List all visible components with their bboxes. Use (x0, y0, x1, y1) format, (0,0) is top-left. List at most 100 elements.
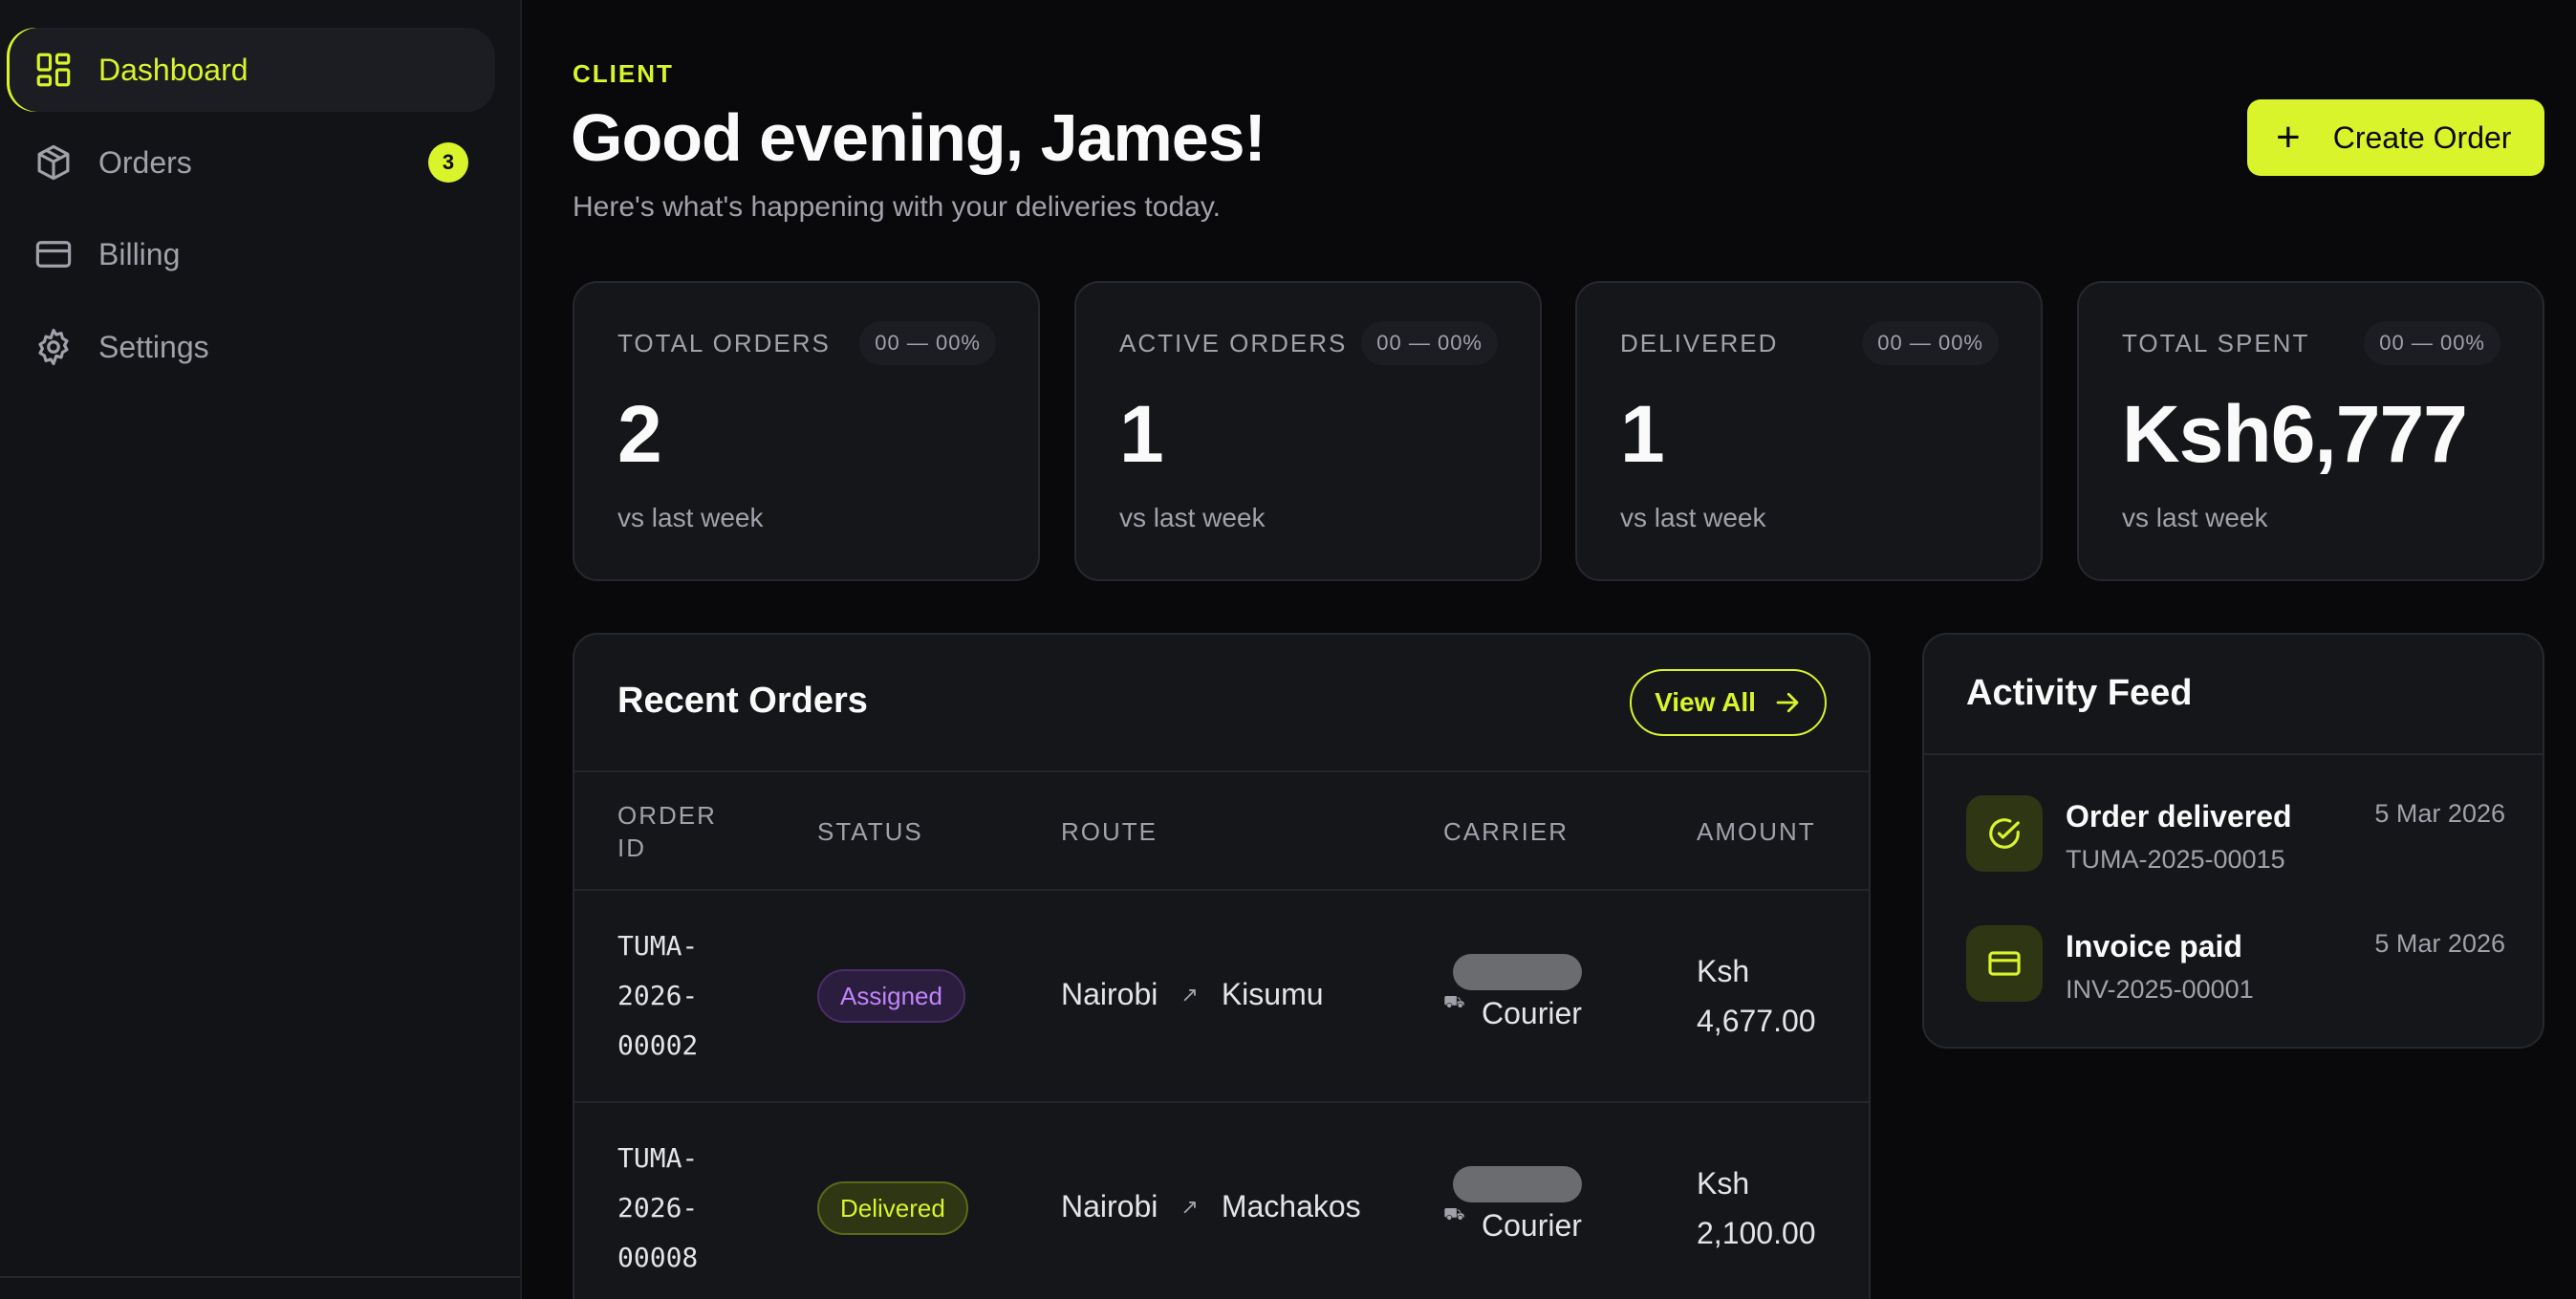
carrier-type: Courier (1482, 1208, 1582, 1243)
route-origin: Nairobi (1061, 977, 1158, 1011)
stat-label: ACTIVE ORDERS (1119, 329, 1348, 357)
order-amount: Ksh 4,677.00 (1697, 946, 1816, 1046)
sidebar-item-label: Billing (98, 236, 181, 271)
arrow-up-right-icon: ↗ (1180, 1194, 1199, 1219)
route: Nairobi ↗ Machakos (1061, 1189, 1361, 1224)
status-badge: Assigned (817, 969, 965, 1023)
stat-value: Ksh6,777 (2122, 389, 2468, 479)
stat-card-active-orders: ACTIVE ORDERS 00 — 00% 1 vs last week (1074, 281, 1542, 581)
credit-card-icon (1988, 951, 2021, 976)
sidebar: Dashboard Orders 3 Billing Settings (0, 0, 522, 1299)
amount-currency: Ksh (1697, 1166, 1750, 1201)
stat-label: TOTAL ORDERS (617, 329, 831, 357)
column-header-divider (574, 889, 1869, 891)
stat-comparison: vs last week (1620, 503, 1766, 532)
amount-value: 2,100.00 (1697, 1216, 1816, 1250)
order-id-part: 2026- (617, 1192, 699, 1223)
redacted-carrier-name (1453, 954, 1582, 990)
gear-icon (38, 328, 69, 366)
route-destination: Kisumu (1221, 977, 1324, 1011)
activity-date: 5 Mar 2026 (2374, 799, 2505, 828)
order-id[interactable]: TUMA- 2026- 00008 (617, 1134, 770, 1283)
order-id-part: 00002 (617, 1029, 699, 1061)
activity-reference: INV-2025-00001 (2066, 975, 2254, 1004)
sidebar-item-label: Dashboard (98, 52, 249, 87)
recent-orders-title: Recent Orders (617, 681, 868, 721)
activity-title: Invoice paid (2066, 929, 2242, 963)
recent-orders-panel: Recent Orders View All ORDER ID STATUS R… (573, 633, 1871, 1299)
stat-value: 1 (1119, 389, 1164, 479)
stat-card-delivered: DELIVERED 00 — 00% 1 vs last week (1575, 281, 2043, 581)
stat-trend-pill: 00 — 00% (1862, 321, 1999, 365)
sidebar-item-orders[interactable]: Orders 3 (7, 120, 495, 205)
activity-title: Order delivered (2066, 799, 2292, 834)
order-id-part: 2026- (617, 980, 699, 1011)
truck-icon: ⛟ (1443, 1204, 1465, 1223)
status-badge: Delivered (817, 1181, 968, 1235)
column-header-route[interactable]: ROUTE (1061, 815, 1158, 848)
sidebar-item-label: Orders (98, 144, 192, 180)
stat-card-total-orders: TOTAL ORDERS 00 — 00% 2 vs last week (573, 281, 1040, 581)
plus-icon: + (2276, 114, 2301, 161)
header-divider (574, 770, 1869, 772)
row-divider (574, 1101, 1869, 1103)
check-circle-icon (1989, 818, 2020, 849)
order-id[interactable]: TUMA- 2026- 00002 (617, 921, 770, 1071)
stat-card-total-spent: TOTAL SPENT 00 — 00% Ksh6,777 vs last we… (2077, 281, 2544, 581)
sidebar-item-settings[interactable]: Settings (7, 305, 495, 389)
view-all-label: View All (1655, 687, 1756, 717)
truck-icon: ⛟ (1443, 992, 1465, 1011)
stat-value: 2 (617, 389, 662, 479)
sidebar-divider (0, 1276, 520, 1278)
arrow-right-icon (1776, 692, 1799, 713)
view-all-button[interactable]: View All (1630, 669, 1827, 736)
stat-value: 1 (1620, 389, 1665, 479)
route: Nairobi ↗ Kisumu (1061, 977, 1324, 1012)
stat-comparison: vs last week (617, 503, 764, 532)
stat-label: TOTAL SPENT (2122, 329, 2310, 357)
stat-trend-pill: 00 — 00% (2364, 321, 2500, 365)
column-header-amount[interactable]: AMOUNT (1697, 815, 1816, 848)
amount-currency: Ksh (1697, 954, 1750, 988)
activity-feed-panel: Activity Feed Order delivered TUMA-2025-… (1922, 633, 2544, 1049)
page-subtitle: Here's what's happening with your delive… (573, 191, 1221, 223)
activity-item[interactable]: Order delivered TUMA-2025-00015 5 Mar 20… (1966, 795, 2505, 881)
activity-icon-wrapper (1966, 925, 2043, 1002)
credit-card-icon (35, 241, 72, 268)
order-id-part: TUMA- (617, 930, 699, 962)
column-header-status[interactable]: STATUS (817, 815, 923, 848)
column-header-order-id[interactable]: ORDER ID (617, 799, 732, 864)
activity-header-divider (1924, 753, 2543, 755)
carrier: ⛟ Courier (1443, 954, 1615, 1050)
route-destination: Machakos (1221, 1189, 1361, 1223)
dashboard-icon (36, 53, 71, 87)
sidebar-item-dashboard[interactable]: Dashboard (7, 28, 495, 112)
activity-reference: TUMA-2025-00015 (2066, 845, 2285, 874)
activity-date: 5 Mar 2026 (2374, 929, 2505, 958)
activity-feed-title: Activity Feed (1966, 673, 2193, 713)
activity-item[interactable]: Invoice paid INV-2025-00001 5 Mar 2026 (1966, 925, 2505, 1011)
sidebar-item-label: Settings (98, 329, 209, 364)
orders-count-badge: 3 (428, 142, 468, 183)
carrier-type: Courier (1482, 996, 1582, 1030)
order-amount: Ksh 2,100.00 (1697, 1158, 1816, 1258)
stat-label: DELIVERED (1620, 329, 1779, 357)
create-order-label: Create Order (2332, 119, 2512, 155)
column-header-carrier[interactable]: CARRIER (1443, 815, 1569, 848)
stat-trend-pill: 00 — 00% (1361, 321, 1498, 365)
carrier: ⛟ Courier (1443, 1166, 1615, 1262)
order-id-part: 00008 (617, 1242, 699, 1273)
create-order-button[interactable]: + Create Order (2247, 99, 2544, 176)
page-title: Good evening, James! (571, 100, 1266, 175)
stat-comparison: vs last week (2122, 503, 2268, 532)
stat-comparison: vs last week (1119, 503, 1266, 532)
redacted-carrier-name (1453, 1166, 1582, 1202)
activity-icon-wrapper (1966, 795, 2043, 872)
role-label: CLIENT (573, 59, 674, 88)
order-id-part: TUMA- (617, 1142, 699, 1174)
arrow-up-right-icon: ↗ (1180, 982, 1199, 1007)
stat-trend-pill: 00 — 00% (859, 321, 996, 365)
package-icon (37, 144, 70, 181)
sidebar-item-billing[interactable]: Billing (7, 212, 495, 296)
amount-value: 4,677.00 (1697, 1004, 1816, 1038)
